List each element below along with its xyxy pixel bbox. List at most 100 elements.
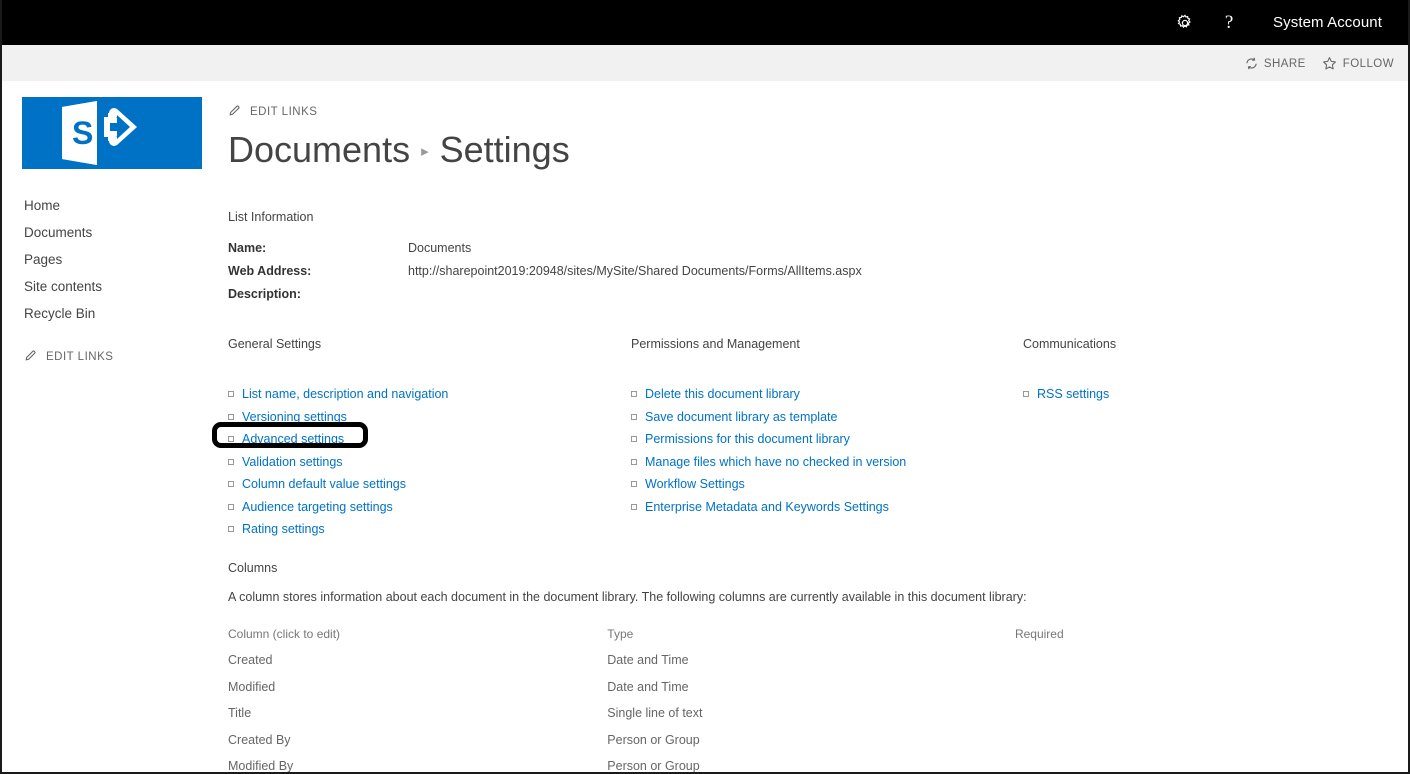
general-settings-title: General Settings (228, 337, 322, 351)
breadcrumb-separator-icon: ▸ (421, 143, 429, 160)
column-cell-name[interactable]: Created (228, 653, 607, 680)
share-button[interactable]: SHARE (1245, 57, 1306, 70)
bullet-icon (631, 458, 637, 465)
table-row: Modified Date and Time (228, 680, 1273, 707)
main-column: EDIT LINKS Documents ▸ Settings List Inf… (212, 82, 1408, 773)
column-cell-type: Person or Group (607, 732, 700, 747)
column-cell-type: Date and Time (607, 653, 689, 667)
link-delete-document-library[interactable]: Delete this document library (631, 383, 1021, 406)
sidebar-edit-links-button[interactable]: EDIT LINKS (24, 349, 214, 365)
link-label[interactable]: Enterprise Metadata and Keywords Setting… (645, 496, 889, 519)
gear-icon[interactable] (1163, 0, 1207, 45)
link-label[interactable]: Permissions for this document library (645, 428, 850, 451)
bullet-icon (228, 503, 234, 510)
column-cell-name[interactable]: Created By (228, 733, 607, 760)
link-validation-settings[interactable]: Validation settings (228, 451, 618, 474)
link-label[interactable]: Workflow Settings (645, 473, 745, 496)
communications-links: RSS settings (1023, 383, 1353, 406)
sharepoint-logo[interactable]: S S (22, 97, 202, 169)
column-cell-type: Date and Time (607, 679, 689, 694)
list-info-label-description: Description: (228, 287, 301, 301)
sidebar-item-recycle-bin[interactable]: Recycle Bin (24, 300, 214, 327)
list-info-row-description: Description: (228, 283, 1408, 306)
star-icon (1322, 56, 1337, 71)
ribbon-band: SHARE FOLLOW (2, 45, 1408, 82)
bullet-icon (1023, 391, 1029, 398)
list-info-label-web-address: Web Address: (228, 264, 312, 278)
column-cell-required (1015, 759, 1273, 772)
link-label[interactable]: Audience targeting settings (242, 496, 393, 519)
user-account-menu[interactable]: System Account (1251, 0, 1396, 45)
column-header-name: Column (click to edit) (228, 627, 341, 641)
table-row: Modified By Person or Group (228, 759, 1273, 773)
link-label[interactable]: Validation settings (242, 451, 343, 474)
columns-description: A column stores information about each d… (228, 590, 1027, 604)
sidebar-item-documents[interactable]: Documents (24, 219, 214, 246)
breadcrumb-parent[interactable]: Documents (228, 126, 410, 174)
link-label[interactable]: Rating settings (242, 518, 325, 541)
breadcrumb-current: Settings (439, 129, 570, 170)
table-row: Title Single line of text (228, 706, 1273, 733)
header-edit-links-label: EDIT LINKS (250, 106, 318, 118)
link-label[interactable]: RSS settings (1037, 383, 1109, 406)
suite-bar: ? System Account (2, 0, 1408, 45)
list-information-section: List Information Name: Documents Web Add… (228, 210, 1408, 306)
link-label[interactable]: Versioning settings (242, 406, 347, 429)
link-rating-settings[interactable]: Rating settings (228, 518, 618, 541)
sidebar-edit-links-label: EDIT LINKS (46, 351, 114, 363)
list-info-value-web-address: http://sharepoint2019:20948/sites/MySite… (408, 264, 862, 278)
link-list-name-description-navigation[interactable]: List name, description and navigation (228, 383, 618, 406)
columns-table: Column (click to edit) Type Required Cre… (228, 627, 1273, 773)
bullet-icon (631, 391, 637, 398)
sidebar-item-site-contents[interactable]: Site contents (24, 273, 214, 300)
link-enterprise-metadata-keywords-settings[interactable]: Enterprise Metadata and Keywords Setting… (631, 496, 1021, 519)
share-follow-group: SHARE FOLLOW (1245, 45, 1394, 82)
link-manage-files-no-checked-in-version[interactable]: Manage files which have no checked in ve… (631, 451, 1021, 474)
header-edit-links-button[interactable]: EDIT LINKS (228, 104, 317, 120)
settings-groups: General Settings List name, description … (212, 337, 1408, 547)
bullet-icon (631, 481, 637, 488)
bullet-icon (228, 481, 234, 488)
general-settings-links: List name, description and navigation Ve… (212, 383, 618, 541)
column-header-required: Required (1014, 627, 1064, 641)
follow-button[interactable]: FOLLOW (1322, 56, 1394, 71)
list-info-value-name: Documents (408, 241, 472, 255)
link-label[interactable]: Manage files which have no checked in ve… (645, 451, 906, 474)
sidebar-item-home[interactable]: Home (24, 192, 214, 219)
permissions-management-group: Permissions and Management Delete this d… (631, 337, 1021, 518)
bullet-icon (228, 458, 234, 465)
column-cell-name[interactable]: Modified By (228, 759, 607, 772)
link-save-library-as-template[interactable]: Save document library as template (631, 406, 1021, 429)
columns-table-header-row: Column (click to edit) Type Required (228, 627, 1273, 653)
column-cell-type: Person or Group (607, 759, 700, 773)
link-label[interactable]: Advanced settings (242, 428, 344, 451)
columns-section: Columns A column stores information abou… (228, 561, 1408, 773)
link-permissions-for-library[interactable]: Permissions for this document library (631, 428, 1021, 451)
permissions-management-title: Permissions and Management (631, 337, 800, 351)
link-rss-settings[interactable]: RSS settings (1023, 383, 1353, 406)
link-workflow-settings[interactable]: Workflow Settings (631, 473, 1021, 496)
link-column-default-value-settings[interactable]: Column default value settings (228, 473, 618, 496)
bullet-icon (228, 526, 234, 533)
link-label[interactable]: Delete this document library (645, 383, 800, 406)
column-cell-name[interactable]: Modified (228, 680, 607, 707)
link-label[interactable]: List name, description and navigation (242, 383, 448, 406)
link-label[interactable]: Save document library as template (645, 406, 837, 429)
list-info-row-web-address: Web Address: http://sharepoint2019:20948… (228, 260, 1408, 283)
page-frame: ? System Account SHARE FOLLOW S Home Doc… (0, 0, 1410, 774)
sidebar-item-pages[interactable]: Pages (24, 246, 214, 273)
bullet-icon (631, 503, 637, 510)
column-cell-name[interactable]: Title (228, 706, 607, 733)
communications-title: Communications (1023, 337, 1117, 351)
link-versioning-settings[interactable]: Versioning settings (228, 406, 618, 429)
link-advanced-settings[interactable]: Advanced settings (212, 422, 618, 451)
bullet-icon (228, 413, 234, 420)
left-navigation: Home Documents Pages Site contents Recyc… (24, 192, 214, 365)
column-header-type: Type (607, 627, 634, 641)
help-icon[interactable]: ? (1207, 0, 1251, 45)
link-label[interactable]: Column default value settings (242, 473, 406, 496)
link-audience-targeting-settings[interactable]: Audience targeting settings (228, 496, 618, 519)
general-settings-group: General Settings List name, description … (212, 337, 618, 541)
column-cell-required (1015, 680, 1273, 707)
svg-text:S: S (72, 115, 93, 151)
